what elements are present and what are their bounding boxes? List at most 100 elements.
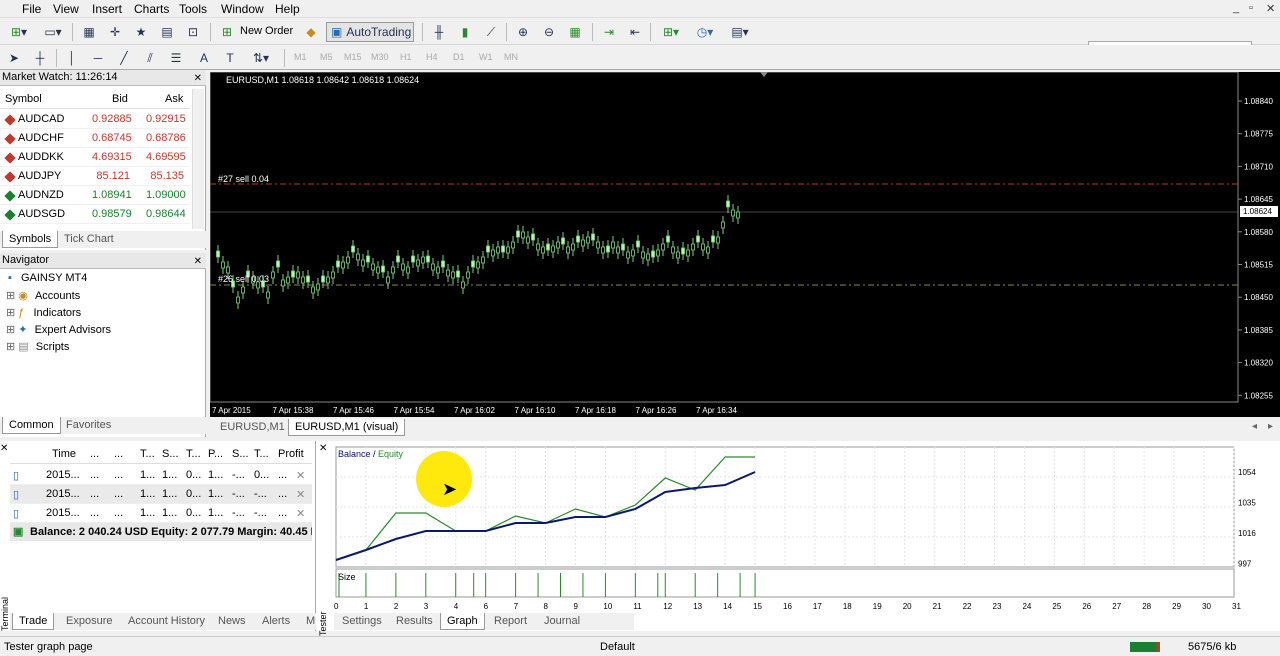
navigator-item-indicators[interactable]: ⊞ ƒ Indicators: [6, 306, 81, 319]
horizontal-line-icon[interactable]: ─: [88, 48, 108, 68]
bar-chart-icon[interactable]: ╫: [428, 22, 450, 42]
restore-icon[interactable]: ▫: [1249, 2, 1253, 14]
text-label-icon[interactable]: T: [220, 48, 240, 68]
market-watch-row[interactable]: AUDCAD 0.92885 0.92915: [0, 110, 190, 129]
tab-news[interactable]: News: [212, 613, 252, 630]
market-watch-row[interactable]: AUDDKK 4.69315 4.69595: [0, 148, 190, 167]
tf-w1[interactable]: W1: [479, 52, 493, 62]
new-order-button[interactable]: New Order: [240, 25, 293, 37]
menu-window[interactable]: Window: [221, 2, 264, 16]
indicators-icon[interactable]: ⊞▾: [656, 22, 686, 42]
time-label: 7 Apr 16:26: [636, 406, 677, 415]
tf-m1[interactable]: M1: [294, 52, 307, 62]
data-window-icon[interactable]: ✛: [104, 22, 126, 42]
navigator-item-expert-advisors[interactable]: ⊞ ✦ Expert Advisors: [6, 323, 111, 336]
line-chart-icon[interactable]: ⟋: [480, 22, 502, 42]
navigator-item-scripts[interactable]: ⊞ ▤ Scripts: [6, 340, 69, 353]
tab-favorites[interactable]: Favorites: [60, 417, 117, 434]
menu-help[interactable]: Help: [275, 2, 300, 16]
periods-icon[interactable]: ◷▾: [690, 22, 720, 42]
tab-symbols[interactable]: Symbols: [2, 231, 59, 248]
metaeditor-icon[interactable]: ◆: [300, 22, 322, 42]
zoom-in-icon[interactable]: ⊕: [512, 22, 534, 42]
close-icon[interactable]: ✕: [194, 71, 202, 86]
navigator-icon[interactable]: ★: [130, 22, 152, 42]
market-watch-row[interactable]: AUDSGD 0.98579 0.98644: [0, 205, 190, 224]
trendline-icon[interactable]: ╱: [114, 48, 134, 68]
navigator-item-accounts[interactable]: ⊞ ◉ Accounts: [6, 289, 80, 302]
candlestick-icon[interactable]: ▮: [454, 22, 476, 42]
close-icon[interactable]: ✕: [319, 443, 327, 454]
close-icon[interactable]: ✕: [0, 443, 8, 454]
terminal-panel: ✕ Terminal Time ... ... T... S... T... P…: [0, 441, 316, 631]
tab-eurusd-m1-visual[interactable]: EURUSD,M1 (visual): [288, 419, 406, 436]
balance-equity-graph[interactable]: 1054103510169970 1 2 3 4 6 7 8 9 10 11 12 13 14 15 16 17…: [330, 445, 1280, 610]
market-watch-row[interactable]: AUDNZD 1.08941 1.09000: [0, 186, 190, 205]
table-row[interactable]: ▯ 2015......... 1... 1... 0... 1... -... -.....…: [10, 485, 312, 504]
navigator-root[interactable]: ▪ GAINSY MT4: [8, 272, 87, 284]
autotrading-button[interactable]: ▣ AutoTrading: [326, 22, 414, 42]
tab-graph[interactable]: Graph: [440, 613, 485, 630]
tf-m30[interactable]: M30: [371, 52, 389, 62]
close-icon[interactable]: ✕: [1266, 2, 1275, 15]
tf-h1[interactable]: H1: [400, 52, 412, 62]
tab-common[interactable]: Common: [2, 417, 61, 434]
candlestick-chart[interactable]: 1.08840 1.08775 1.08710 1.08645 1.08580 1.085…: [210, 72, 1280, 417]
market-watch-scrollbar[interactable]: [192, 89, 204, 229]
candle: [566, 241, 570, 259]
tab-alerts[interactable]: Alerts: [256, 613, 296, 630]
chart-shift-icon[interactable]: ⇥: [598, 22, 620, 42]
menu-view[interactable]: View: [53, 2, 79, 16]
terminal-icon[interactable]: ▤: [156, 22, 178, 42]
close-order-icon[interactable]: ✕: [296, 507, 305, 520]
new-chart-icon[interactable]: ⊞ ▾: [4, 22, 34, 42]
templates-icon[interactable]: ▤▾: [724, 22, 756, 42]
tf-h4[interactable]: H4: [426, 52, 438, 62]
tab-journal[interactable]: Journal: [538, 613, 586, 630]
fibonacci-icon[interactable]: ☰: [166, 48, 186, 68]
cursor-icon[interactable]: ➤: [4, 48, 24, 68]
table-row[interactable]: ▯ 2015......... 1... 1... 0... 1... -... -.....…: [10, 504, 312, 523]
tab-scroll-right-icon[interactable]: ▸: [1268, 421, 1273, 432]
symbol-direction-icon: [4, 152, 16, 164]
tab-scroll-left-icon[interactable]: ◂: [1252, 421, 1257, 432]
tf-mn[interactable]: MN: [504, 52, 518, 62]
tester-icon[interactable]: ⊡: [182, 22, 204, 42]
tester-vertical-tab[interactable]: Tester: [318, 596, 328, 636]
menu-insert[interactable]: Insert: [92, 2, 122, 16]
menu-file[interactable]: File: [22, 2, 41, 16]
close-order-icon[interactable]: ✕: [296, 488, 305, 501]
menu-tools[interactable]: Tools: [179, 2, 207, 16]
arrows-icon[interactable]: ⇅▾: [246, 48, 276, 68]
crosshair-icon[interactable]: ┼: [30, 48, 50, 68]
tab-trade[interactable]: Trade: [12, 613, 55, 630]
market-watch-row[interactable]: AUDJPY 85.121 85.135: [0, 167, 190, 186]
new-order-icon[interactable]: ⊞: [216, 22, 238, 42]
tab-account-history[interactable]: Account History: [122, 613, 211, 630]
tab-report[interactable]: Report: [488, 613, 533, 630]
tf-m15[interactable]: M15: [344, 52, 362, 62]
tab-results[interactable]: Results: [390, 613, 439, 630]
menu-charts[interactable]: Charts: [134, 2, 169, 16]
tf-m5[interactable]: M5: [320, 52, 333, 62]
market-watch-icon[interactable]: ▦: [78, 22, 100, 42]
tile-windows-icon[interactable]: ▦: [564, 22, 586, 42]
channel-icon[interactable]: ⫽: [140, 48, 160, 68]
profiles-icon[interactable]: ▭▾: [38, 22, 68, 42]
close-icon[interactable]: ✕: [194, 254, 202, 269]
table-row[interactable]: ▯ 2015......... 1... 1... 0... 1... -... 0.....…: [10, 466, 312, 485]
market-watch-row[interactable]: AUDCHF 0.68745 0.68786: [0, 129, 190, 148]
tf-d1[interactable]: D1: [453, 52, 465, 62]
tab-eurusd-m1[interactable]: EURUSD,M1: [214, 419, 291, 436]
close-order-icon[interactable]: ✕: [296, 469, 305, 482]
minimize-icon[interactable]: _: [1233, 2, 1239, 14]
tab-settings[interactable]: Settings: [336, 613, 388, 630]
text-icon[interactable]: A: [194, 48, 214, 68]
vertical-line-icon[interactable]: │: [62, 48, 82, 68]
tab-exposure[interactable]: Exposure: [60, 613, 118, 630]
zoom-out-icon[interactable]: ⊖: [538, 22, 560, 42]
auto-scroll-icon[interactable]: ⇤: [624, 22, 646, 42]
terminal-vertical-tab[interactable]: Terminal: [0, 581, 10, 631]
tab-tick-chart[interactable]: Tick Chart: [58, 231, 120, 248]
price-chart[interactable]: 1.08840 1.08775 1.08710 1.08645 1.08580 1.085…: [210, 72, 1280, 417]
